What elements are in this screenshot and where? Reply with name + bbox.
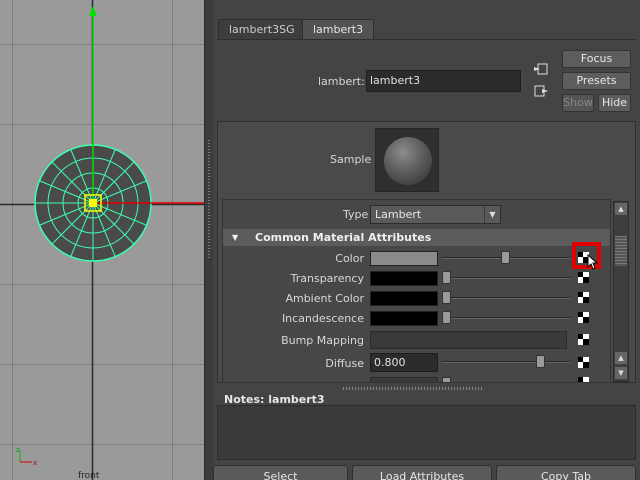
view-label: front xyxy=(78,471,100,480)
chevron-down-icon: ▼ xyxy=(484,206,500,223)
transparency-slider-handle[interactable] xyxy=(442,271,451,284)
section-common-material-attributes[interactable]: ▼ Common Material Attributes xyxy=(223,229,610,246)
color-swatch[interactable] xyxy=(370,251,438,266)
scrollbar-thumb[interactable] xyxy=(615,236,627,266)
bump-mapping-field[interactable] xyxy=(370,331,567,349)
type-label: Type xyxy=(343,208,369,221)
hide-button[interactable]: Hide xyxy=(598,94,631,112)
notes-textarea[interactable] xyxy=(217,405,636,460)
sample-label: Sample xyxy=(330,153,372,166)
select-button[interactable]: Select xyxy=(213,465,348,480)
transparency-label: Transparency xyxy=(290,272,364,285)
splitter-grip-icon xyxy=(208,140,210,260)
sample-sphere xyxy=(384,137,432,185)
material-sample-swatch[interactable] xyxy=(375,128,439,192)
incandescence-slider-handle[interactable] xyxy=(442,311,451,324)
transparency-map-button-icon[interactable] xyxy=(578,272,589,283)
diffuse-label: Diffuse xyxy=(325,357,364,370)
transparency-slider-track[interactable] xyxy=(442,277,570,279)
notes-splitter[interactable] xyxy=(343,387,483,390)
tab-lambert3sg[interactable]: lambert3SG xyxy=(218,19,306,40)
ambient-color-swatch[interactable] xyxy=(370,291,438,306)
bump-mapping-label: Bump Mapping xyxy=(281,334,364,347)
presets-button[interactable]: Presets xyxy=(562,72,631,90)
incandescence-slider-track[interactable] xyxy=(442,317,570,319)
type-dropdown-value: Lambert xyxy=(375,208,422,221)
input-connection-icon[interactable] xyxy=(534,63,548,75)
type-dropdown[interactable]: Lambert ▼ xyxy=(370,205,501,224)
incandescence-swatch[interactable] xyxy=(370,311,438,326)
focus-button[interactable]: Focus xyxy=(562,50,631,68)
scroll-up-icon[interactable]: ▲ xyxy=(615,203,627,215)
color-label: Color xyxy=(335,252,364,265)
axis-indicator-icon: z x xyxy=(16,446,37,467)
section-title: Common Material Attributes xyxy=(255,231,432,244)
ambient-color-slider-handle[interactable] xyxy=(442,291,451,304)
collapse-triangle-icon: ▼ xyxy=(232,233,239,242)
node-name-label: lambert: xyxy=(318,75,365,88)
transparency-swatch[interactable] xyxy=(370,271,438,286)
next-attribute-slider-handle[interactable] xyxy=(442,377,451,382)
ambient-color-label: Ambient Color xyxy=(285,292,364,305)
bump-mapping-map-button-icon[interactable] xyxy=(578,334,589,345)
viewport-front[interactable]: z x front xyxy=(0,0,204,480)
ambient-color-slider-track[interactable] xyxy=(442,297,570,299)
tab-lambert3[interactable]: lambert3 xyxy=(302,19,375,40)
show-button[interactable]: Show xyxy=(562,94,594,112)
load-attributes-button[interactable]: Load Attributes xyxy=(352,465,492,480)
mouse-cursor-icon xyxy=(587,254,599,270)
svg-text:x: x xyxy=(33,459,37,467)
tab-divider xyxy=(217,39,636,40)
scroll-up-icon-lower[interactable]: ▲ xyxy=(615,352,627,364)
node-name-field[interactable]: lambert3 xyxy=(366,70,521,92)
diffuse-field[interactable]: 0.800 xyxy=(370,353,438,372)
scroll-down-icon[interactable]: ▼ xyxy=(615,367,627,379)
viewport-canvas[interactable]: z x xyxy=(0,0,204,480)
diffuse-slider-handle[interactable] xyxy=(536,355,545,368)
output-connection-icon[interactable] xyxy=(534,85,548,97)
color-slider-handle[interactable] xyxy=(501,251,510,264)
attribute-editor: lambert3SG lambert3 lambert: lambert3 Fo… xyxy=(213,0,640,480)
next-attribute-field[interactable] xyxy=(370,377,438,382)
attributes-scrollbar[interactable]: ▲ ▲ ▼ xyxy=(613,201,629,382)
diffuse-map-button-icon[interactable] xyxy=(578,357,589,368)
incandescence-map-button-icon[interactable] xyxy=(578,312,589,323)
copy-tab-button[interactable]: Copy Tab xyxy=(496,465,636,480)
ambient-color-map-button-icon[interactable] xyxy=(578,292,589,303)
attributes-scroll-area: Type Lambert ▼ ▼ Common Material Attribu… xyxy=(222,199,611,383)
diffuse-slider-track[interactable] xyxy=(442,361,570,363)
svg-text:z: z xyxy=(16,446,20,454)
next-attribute-map-button-icon[interactable] xyxy=(578,377,589,383)
incandescence-label: Incandescence xyxy=(281,312,364,325)
panel-splitter[interactable] xyxy=(204,0,213,480)
